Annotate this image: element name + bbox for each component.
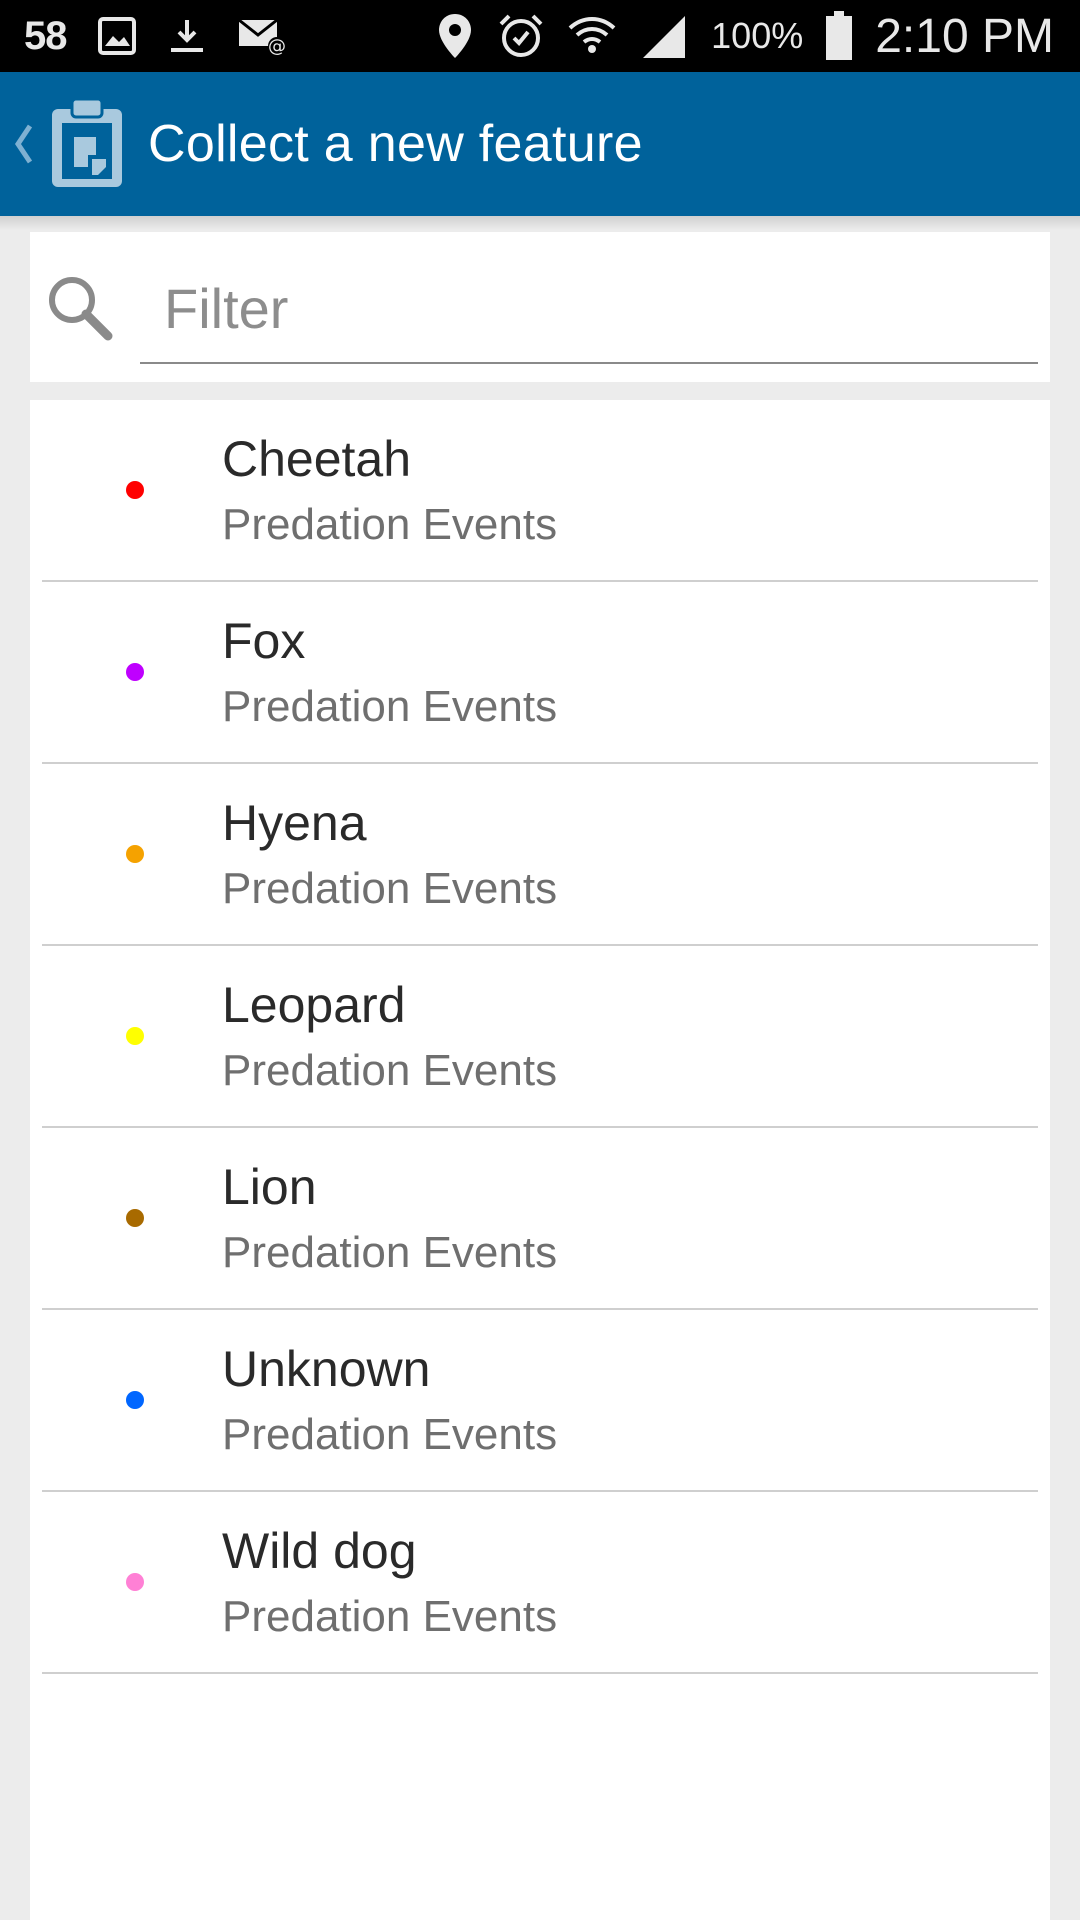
symbol-dot	[126, 481, 144, 499]
feature-name: Wild dog	[222, 1523, 417, 1579]
feature-name: Unknown	[222, 1341, 431, 1397]
list-item-hyena[interactable]: Hyena Predation Events	[42, 764, 1038, 946]
list-item-lion[interactable]: Lion Predation Events	[42, 1128, 1038, 1310]
feature-name: Fox	[222, 613, 306, 669]
symbol-dot	[126, 663, 144, 681]
download-icon	[167, 16, 207, 56]
page-title: Collect a new feature	[148, 115, 643, 173]
symbol-dot	[126, 1391, 144, 1409]
status-bar: 58 @ 100% 2:10 PM	[0, 0, 1080, 72]
symbol-dot	[126, 1573, 144, 1591]
clipboard-app-icon[interactable]	[48, 97, 126, 191]
list-item-wild-dog[interactable]: Wild dog Predation Events	[42, 1492, 1038, 1674]
list-item-cheetah[interactable]: Cheetah Predation Events	[42, 400, 1038, 582]
search-icon	[44, 272, 116, 344]
signal-icon	[639, 12, 689, 60]
battery-icon	[825, 11, 853, 61]
filter-bar	[30, 232, 1050, 382]
feature-layer: Predation Events	[222, 682, 558, 731]
feature-name: Lion	[222, 1159, 317, 1215]
app-bar-shadow	[0, 216, 1080, 230]
email-icon: @	[237, 16, 287, 56]
feature-name: Leopard	[222, 977, 406, 1033]
feature-layer: Predation Events	[222, 1592, 558, 1641]
feature-layer: Predation Events	[222, 1046, 558, 1095]
image-icon	[97, 16, 137, 56]
filter-input[interactable]	[140, 254, 1038, 364]
chevron-left-icon[interactable]	[12, 114, 42, 174]
symbol-dot	[126, 845, 144, 863]
list-item-fox[interactable]: Fox Predation Events	[42, 582, 1038, 764]
feature-layer: Predation Events	[222, 500, 558, 549]
list-item-leopard[interactable]: Leopard Predation Events	[42, 946, 1038, 1128]
clock: 2:10 PM	[875, 9, 1054, 63]
wifi-icon	[567, 12, 617, 60]
feature-name: Hyena	[222, 795, 367, 851]
svg-text:@: @	[268, 36, 286, 56]
app-bar: Collect a new feature	[0, 72, 1080, 216]
alarm-icon	[497, 12, 545, 60]
battery-percent: 100%	[711, 15, 804, 56]
list-item-unknown[interactable]: Unknown Predation Events	[42, 1310, 1038, 1492]
symbol-dot	[126, 1027, 144, 1045]
feature-layer: Predation Events	[222, 1410, 558, 1459]
location-icon	[435, 12, 475, 60]
feature-list: Cheetah Predation Events Fox Predation E…	[30, 400, 1050, 1920]
notification-count: 58	[24, 13, 67, 58]
feature-layer: Predation Events	[222, 1228, 558, 1277]
feature-layer: Predation Events	[222, 864, 558, 913]
feature-name: Cheetah	[222, 431, 412, 487]
symbol-dot	[126, 1209, 144, 1227]
